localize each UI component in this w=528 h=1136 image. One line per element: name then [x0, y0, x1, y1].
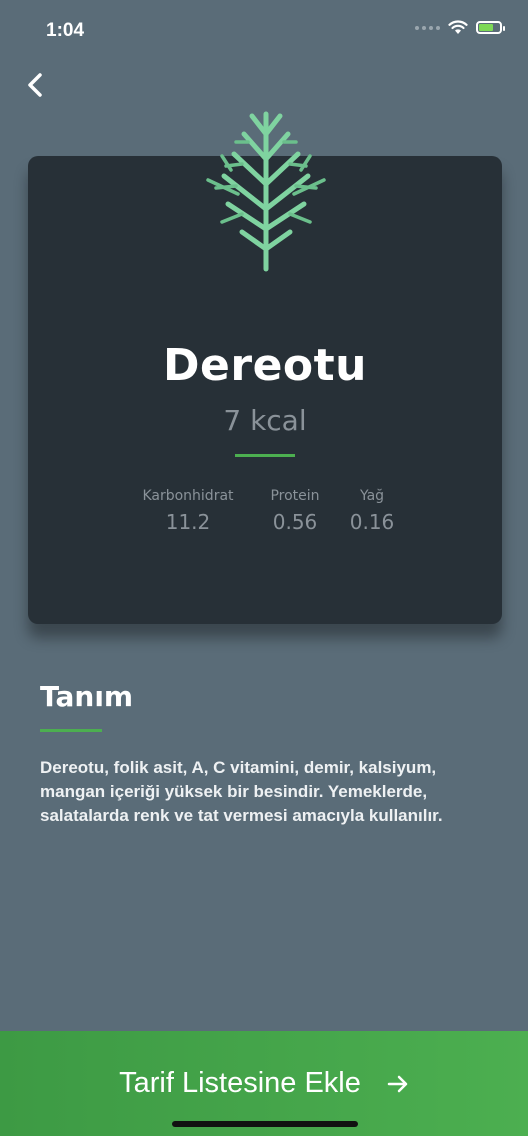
description-divider [40, 729, 102, 732]
food-kcal: 7 kcal [223, 404, 307, 437]
status-time: 1:04 [46, 20, 85, 41]
status-bar: 1:04 [0, 0, 528, 60]
macro-value: 11.2 [165, 510, 211, 534]
add-to-recipe-list-label: Tarif Listesine Ekle [119, 1067, 361, 1099]
cellular-signal-icon [415, 25, 440, 30]
description-text: Dereotu, folik asit, A, C vitamini, demi… [40, 758, 443, 825]
macro-label: Protein [270, 488, 320, 504]
home-indicator[interactable] [172, 1121, 358, 1127]
macro-label: Karbonhidrat [142, 488, 234, 504]
food-name: Dereotu [163, 340, 367, 391]
description-title: Tanım [40, 680, 134, 713]
chevron-left-icon [28, 73, 42, 97]
macro-fat: Yağ 0.16 [346, 488, 398, 534]
macro-carbohydrate: Karbonhidrat 11.2 [138, 488, 238, 534]
macro-value: 0.16 [349, 510, 395, 534]
dill-plant-icon [206, 111, 326, 272]
back-button[interactable] [18, 68, 52, 102]
macro-value: 0.56 [272, 510, 318, 534]
macros-row: Karbonhidrat 11.2 Protein 0.56 Yağ 0.16 [0, 488, 528, 548]
arrow-right-icon [387, 1075, 408, 1092]
battery-icon [476, 21, 505, 34]
macro-protein: Protein 0.56 [265, 488, 325, 534]
wifi-icon [448, 20, 468, 34]
macro-label: Yağ [359, 488, 385, 504]
kcal-divider [235, 454, 295, 457]
status-icons [415, 20, 505, 35]
